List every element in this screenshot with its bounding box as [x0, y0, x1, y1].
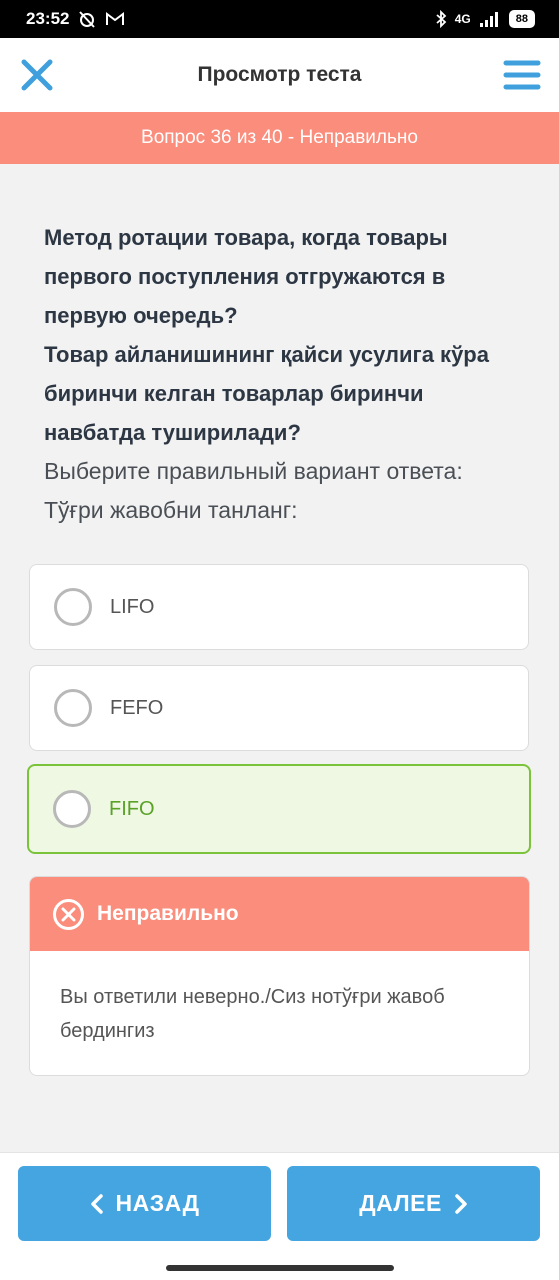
answer-option-fefo[interactable]: FEFO [29, 665, 529, 751]
network-label: 4G [454, 12, 471, 26]
instruction-ru: Выберите правильный вариант ответа: [44, 458, 463, 484]
gmail-icon [106, 12, 125, 25]
answer-option-fifo-correct[interactable]: FIFO [27, 764, 531, 854]
status-time: 23:52 [26, 9, 70, 28]
page-title: Просмотр теста [197, 63, 362, 86]
status-left: 23:52 [26, 9, 125, 29]
question-uz: Товар айланишининг қайси усулига кўра би… [44, 342, 489, 445]
answer-option-lifo[interactable]: LIFO [29, 564, 529, 650]
back-button[interactable]: НАЗАД [18, 1166, 271, 1241]
feedback-header: Неправильно [30, 877, 529, 951]
option-label: FIFO [109, 797, 155, 820]
radio-circle-icon[interactable] [54, 689, 92, 727]
error-circle-x-icon [53, 898, 84, 930]
option-label: FEFO [110, 696, 164, 719]
back-button-label: НАЗАД [115, 1190, 200, 1216]
chevron-left-icon [90, 1193, 103, 1214]
signal-icon [479, 12, 498, 27]
question-status-banner: Вопрос 36 из 40 - Неправильно [0, 112, 559, 164]
next-button-label: ДАЛЕЕ [359, 1190, 442, 1216]
menu-icon[interactable] [503, 56, 541, 94]
feedback-card: Неправильно Вы ответили неверно./Сиз нот… [29, 876, 530, 1076]
radio-circle-icon[interactable] [54, 588, 92, 626]
question-text: Метод ротации товара, когда товары перво… [44, 218, 524, 530]
bluetooth-icon [436, 10, 447, 28]
feedback-title: Неправильно [97, 902, 239, 925]
home-indicator[interactable] [166, 1265, 394, 1271]
instruction-uz: Тўғри жавобни танланг: [44, 497, 298, 523]
feedback-message: Вы ответили неверно./Сиз нотўғри жавоб б… [60, 986, 445, 1042]
chevron-right-icon [455, 1193, 467, 1214]
status-bar: 23:52 4G 88 [0, 0, 559, 38]
option-label: LIFO [110, 595, 155, 618]
bottom-navigation: НАЗАД ДАЛЕЕ [0, 1152, 559, 1280]
radio-circle-icon[interactable] [53, 790, 91, 828]
status-right: 4G 88 [435, 10, 535, 28]
question-ru: Метод ротации товара, когда товары перво… [44, 225, 448, 328]
next-button[interactable]: ДАЛЕЕ [287, 1166, 540, 1241]
alarm-off-icon [79, 11, 96, 28]
close-icon[interactable] [18, 56, 56, 94]
app-bar: Просмотр теста [0, 38, 559, 112]
battery-indicator: 88 [508, 10, 535, 28]
